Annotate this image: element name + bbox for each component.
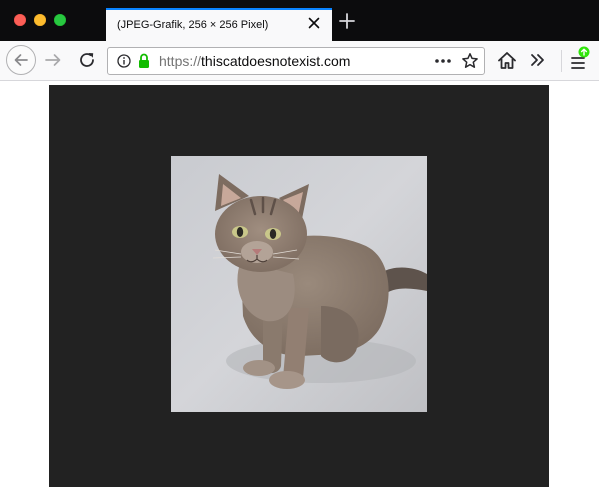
cat-photo-image[interactable]: [171, 156, 427, 412]
tab-strip: (JPEG-Grafik, 256 × 256 Pixel): [0, 0, 599, 41]
star-icon[interactable]: [461, 52, 479, 70]
url-protocol: https://: [159, 53, 202, 69]
back-button[interactable]: [6, 45, 36, 75]
double-chevron-icon[interactable]: [530, 53, 546, 67]
image-viewer-background: [49, 85, 549, 487]
page-content: [0, 81, 599, 487]
close-icon[interactable]: [306, 15, 322, 31]
home-icon[interactable]: [497, 51, 517, 70]
window-minimize-button[interactable]: [34, 14, 46, 26]
lock-icon[interactable]: [138, 53, 150, 69]
window-maximize-button[interactable]: [54, 14, 66, 26]
hamburger-icon[interactable]: [568, 45, 592, 73]
cat-photo: [171, 156, 427, 412]
info-icon[interactable]: [117, 54, 131, 68]
url-text[interactable]: https://thiscatdoesnotexist.com: [159, 53, 350, 69]
url-host: thiscatdoesnotexist.com: [201, 53, 351, 69]
url-bar[interactable]: https://thiscatdoesnotexist.com: [107, 47, 485, 75]
tab-title: (JPEG-Grafik, 256 × 256 Pixel): [117, 19, 269, 31]
more-dots-icon[interactable]: [434, 57, 452, 65]
forward-arrow-icon[interactable]: [44, 52, 62, 68]
reload-icon[interactable]: [78, 51, 96, 69]
window-close-button[interactable]: [14, 14, 26, 26]
tab-active[interactable]: (JPEG-Grafik, 256 × 256 Pixel): [106, 8, 332, 41]
toolbar-separator: [561, 50, 562, 72]
plus-icon[interactable]: [338, 12, 356, 30]
nav-toolbar: https://thiscatdoesnotexist.com: [0, 41, 599, 81]
tab-accent-line: [106, 8, 332, 10]
browser-window: (JPEG-Grafik, 256 × 256 Pixel) https://t…: [0, 0, 599, 487]
back-arrow-icon: [14, 54, 28, 66]
